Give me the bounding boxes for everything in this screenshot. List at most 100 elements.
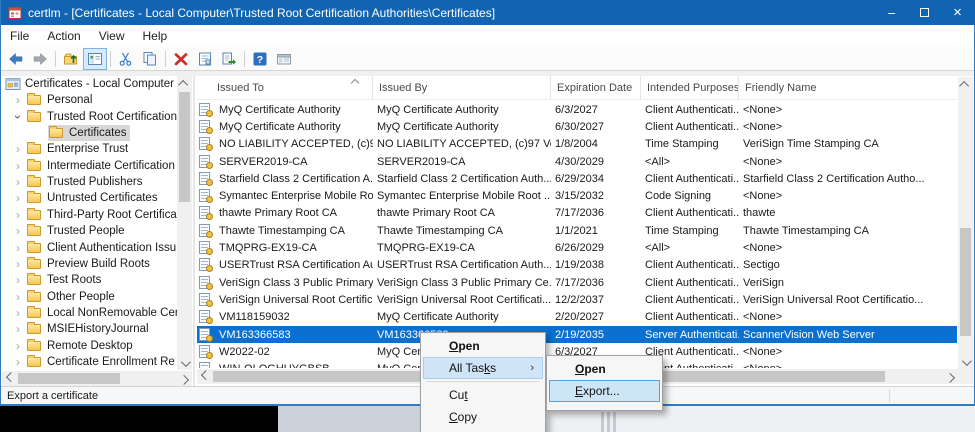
- chevron-collapsed-icon[interactable]: ›: [10, 308, 26, 318]
- tree-item-certificates[interactable]: Certificates: [2, 125, 177, 141]
- menu-help[interactable]: Help: [134, 26, 177, 46]
- new-window-icon[interactable]: [272, 48, 296, 70]
- chevron-collapsed-icon[interactable]: ›: [10, 324, 26, 334]
- certificate-row[interactable]: VeriSign Universal Root Certific...VeriS…: [197, 291, 957, 308]
- certificate-row[interactable]: VM163366583VM1633665832/19/2035Server Au…: [197, 326, 957, 343]
- certificate-row[interactable]: MyQ Certificate AuthorityMyQ Certificate…: [197, 118, 957, 135]
- tree-item-personal[interactable]: ›Personal: [2, 92, 177, 108]
- menu-item-open[interactable]: Open: [423, 335, 543, 357]
- tree-scroll-left-button[interactable]: [2, 371, 16, 386]
- certificate-icon: [197, 362, 215, 368]
- chevron-collapsed-icon[interactable]: ›: [10, 193, 26, 203]
- list-vscroll-thumb[interactable]: [960, 228, 971, 336]
- tree-item-remote-desktop[interactable]: ›Remote Desktop: [2, 338, 177, 354]
- tree-vertical-scrollbar[interactable]: [177, 76, 192, 370]
- chevron-collapsed-icon[interactable]: ›: [10, 226, 26, 236]
- up-one-level-icon[interactable]: [59, 48, 83, 70]
- chevron-collapsed-icon[interactable]: ›: [10, 144, 26, 154]
- tree-item-trusted-publishers[interactable]: ›Trusted Publishers: [2, 174, 177, 190]
- tree-item-preview-build-roots[interactable]: ›Preview Build Roots: [2, 256, 177, 272]
- tree-item-untrusted-certificates[interactable]: ›Untrusted Certificates: [2, 190, 177, 206]
- show-console-tree-icon[interactable]: [83, 48, 107, 70]
- tree-item-client-authentication-issu[interactable]: ›Client Authentication Issu: [2, 240, 177, 256]
- tree-item-intermediate-certification[interactable]: ›Intermediate Certification: [2, 158, 177, 174]
- chevron-expanded-icon[interactable]: ›: [13, 109, 23, 125]
- folder-icon: [27, 159, 43, 173]
- certificate-row[interactable]: Starfield Class 2 Certification A...Star…: [197, 170, 957, 187]
- tree-item-msiehistoryjournal[interactable]: ›MSIEHistoryJournal: [2, 321, 177, 337]
- tree-item-enterprise-trust[interactable]: ›Enterprise Trust: [2, 141, 177, 157]
- certificate-row[interactable]: VM118159032MyQ Certificate Authority2/20…: [197, 309, 957, 326]
- tree-scroll-down-button[interactable]: [177, 356, 192, 370]
- tree-item-trusted-root-certification[interactable]: ›Trusted Root Certification: [2, 109, 177, 125]
- chevron-collapsed-icon[interactable]: ›: [10, 243, 26, 253]
- list-scroll-right-button[interactable]: [944, 369, 958, 384]
- export-list-icon[interactable]: [217, 48, 241, 70]
- menu-view[interactable]: View: [90, 26, 134, 46]
- chevron-collapsed-icon[interactable]: ›: [10, 95, 26, 105]
- chevron-collapsed-icon[interactable]: ›: [10, 161, 26, 171]
- menu-item-cut[interactable]: Cut: [423, 384, 543, 406]
- tree-item-certificates-local-computer[interactable]: Certificates - Local Computer: [2, 76, 177, 92]
- tree-vscroll-thumb[interactable]: [179, 92, 190, 202]
- tree-item-other-people[interactable]: ›Other People: [2, 289, 177, 305]
- tree-item-trusted-people[interactable]: ›Trusted People: [2, 223, 177, 239]
- chevron-collapsed-icon[interactable]: ›: [10, 177, 26, 187]
- list-scroll-up-button[interactable]: [958, 77, 973, 91]
- maximize-icon: [920, 8, 929, 17]
- column-header-expiration-date[interactable]: Expiration Date: [551, 76, 641, 99]
- cell-expiration-date: 1/8/2004: [551, 138, 641, 150]
- copy-icon[interactable]: [138, 48, 162, 70]
- column-header-friendly-name[interactable]: Friendly Name: [739, 76, 955, 99]
- menu-file[interactable]: File: [1, 26, 38, 46]
- certificate-row[interactable]: Symantec Enterprise Mobile Ro...Symantec…: [197, 188, 957, 205]
- title-bar[interactable]: certlm - [Certificates - Local Computer\…: [1, 0, 975, 25]
- column-header-issued-by[interactable]: Issued By: [373, 76, 551, 99]
- certificate-row[interactable]: VeriSign Class 3 Public Primary ...VeriS…: [197, 274, 957, 291]
- certificate-row[interactable]: TMQPRG-EX19-CATMQPRG-EX19-CA6/26/2029<Al…: [197, 239, 957, 256]
- tree-scroll-up-button[interactable]: [177, 76, 192, 90]
- list-vertical-scrollbar[interactable]: [958, 77, 973, 369]
- back-icon[interactable]: [4, 48, 28, 70]
- tree-item-certificate-enrollment-re[interactable]: ›Certificate Enrollment Re: [2, 354, 177, 370]
- certificate-row[interactable]: Thawte Timestamping CAThawte Timestampin…: [197, 222, 957, 239]
- menu-item-all-tasks[interactable]: All Tasks›: [423, 357, 543, 379]
- cell-issued-by: TMQPRG-EX19-CA: [373, 242, 551, 254]
- menu-item-export-[interactable]: Export...: [549, 380, 660, 402]
- menu-item-open[interactable]: Open: [549, 358, 660, 380]
- cell-issued-to: VM163366583: [215, 329, 373, 341]
- certificate-icon: [197, 137, 215, 151]
- tree-item-test-roots[interactable]: ›Test Roots: [2, 272, 177, 288]
- tree-scroll-right-button[interactable]: [178, 371, 192, 386]
- delete-icon[interactable]: [169, 48, 193, 70]
- certificate-row[interactable]: USERTrust RSA Certification Aut...USERTr…: [197, 257, 957, 274]
- tree-hscroll-thumb[interactable]: [18, 373, 120, 384]
- tree-item-local-nonremovable-cert[interactable]: ›Local NonRemovable Cert: [2, 305, 177, 321]
- certificate-row[interactable]: NO LIABILITY ACCEPTED, (c)97 ...NO LIABI…: [197, 136, 957, 153]
- certificate-row[interactable]: SERVER2019-CASERVER2019-CA4/30/2029<All>…: [197, 153, 957, 170]
- tree-item-third-party-root-certifica[interactable]: ›Third-Party Root Certifica: [2, 207, 177, 223]
- chevron-collapsed-icon[interactable]: ›: [10, 292, 26, 302]
- minimize-button[interactable]: –: [875, 0, 908, 25]
- close-button[interactable]: ×: [941, 0, 974, 25]
- menu-item-copy[interactable]: Copy: [423, 406, 543, 428]
- help-icon[interactable]: ?: [248, 48, 272, 70]
- chevron-collapsed-icon[interactable]: ›: [10, 259, 26, 269]
- list-scroll-down-button[interactable]: [958, 355, 973, 369]
- cell-intended-purposes: Client Authenticati...: [641, 259, 739, 271]
- menu-action[interactable]: Action: [38, 26, 89, 46]
- chevron-collapsed-icon[interactable]: ›: [10, 275, 26, 285]
- list-scroll-left-button[interactable]: [197, 369, 211, 384]
- chevron-collapsed-icon[interactable]: ›: [10, 357, 26, 367]
- cut-icon[interactable]: [114, 48, 138, 70]
- tree-horizontal-scrollbar[interactable]: [2, 371, 192, 386]
- properties-icon[interactable]: [193, 48, 217, 70]
- forward-icon[interactable]: [28, 48, 52, 70]
- certificate-row[interactable]: thawte Primary Root CAthawte Primary Roo…: [197, 205, 957, 222]
- maximize-button[interactable]: [908, 0, 941, 25]
- chevron-collapsed-icon[interactable]: ›: [10, 210, 26, 220]
- chevron-collapsed-icon[interactable]: ›: [10, 341, 26, 351]
- column-header-intended-purposes[interactable]: Intended Purposes: [641, 76, 739, 99]
- certificate-row[interactable]: MyQ Certificate AuthorityMyQ Certificate…: [197, 101, 957, 118]
- column-header-issued-to[interactable]: Issued To: [197, 76, 373, 99]
